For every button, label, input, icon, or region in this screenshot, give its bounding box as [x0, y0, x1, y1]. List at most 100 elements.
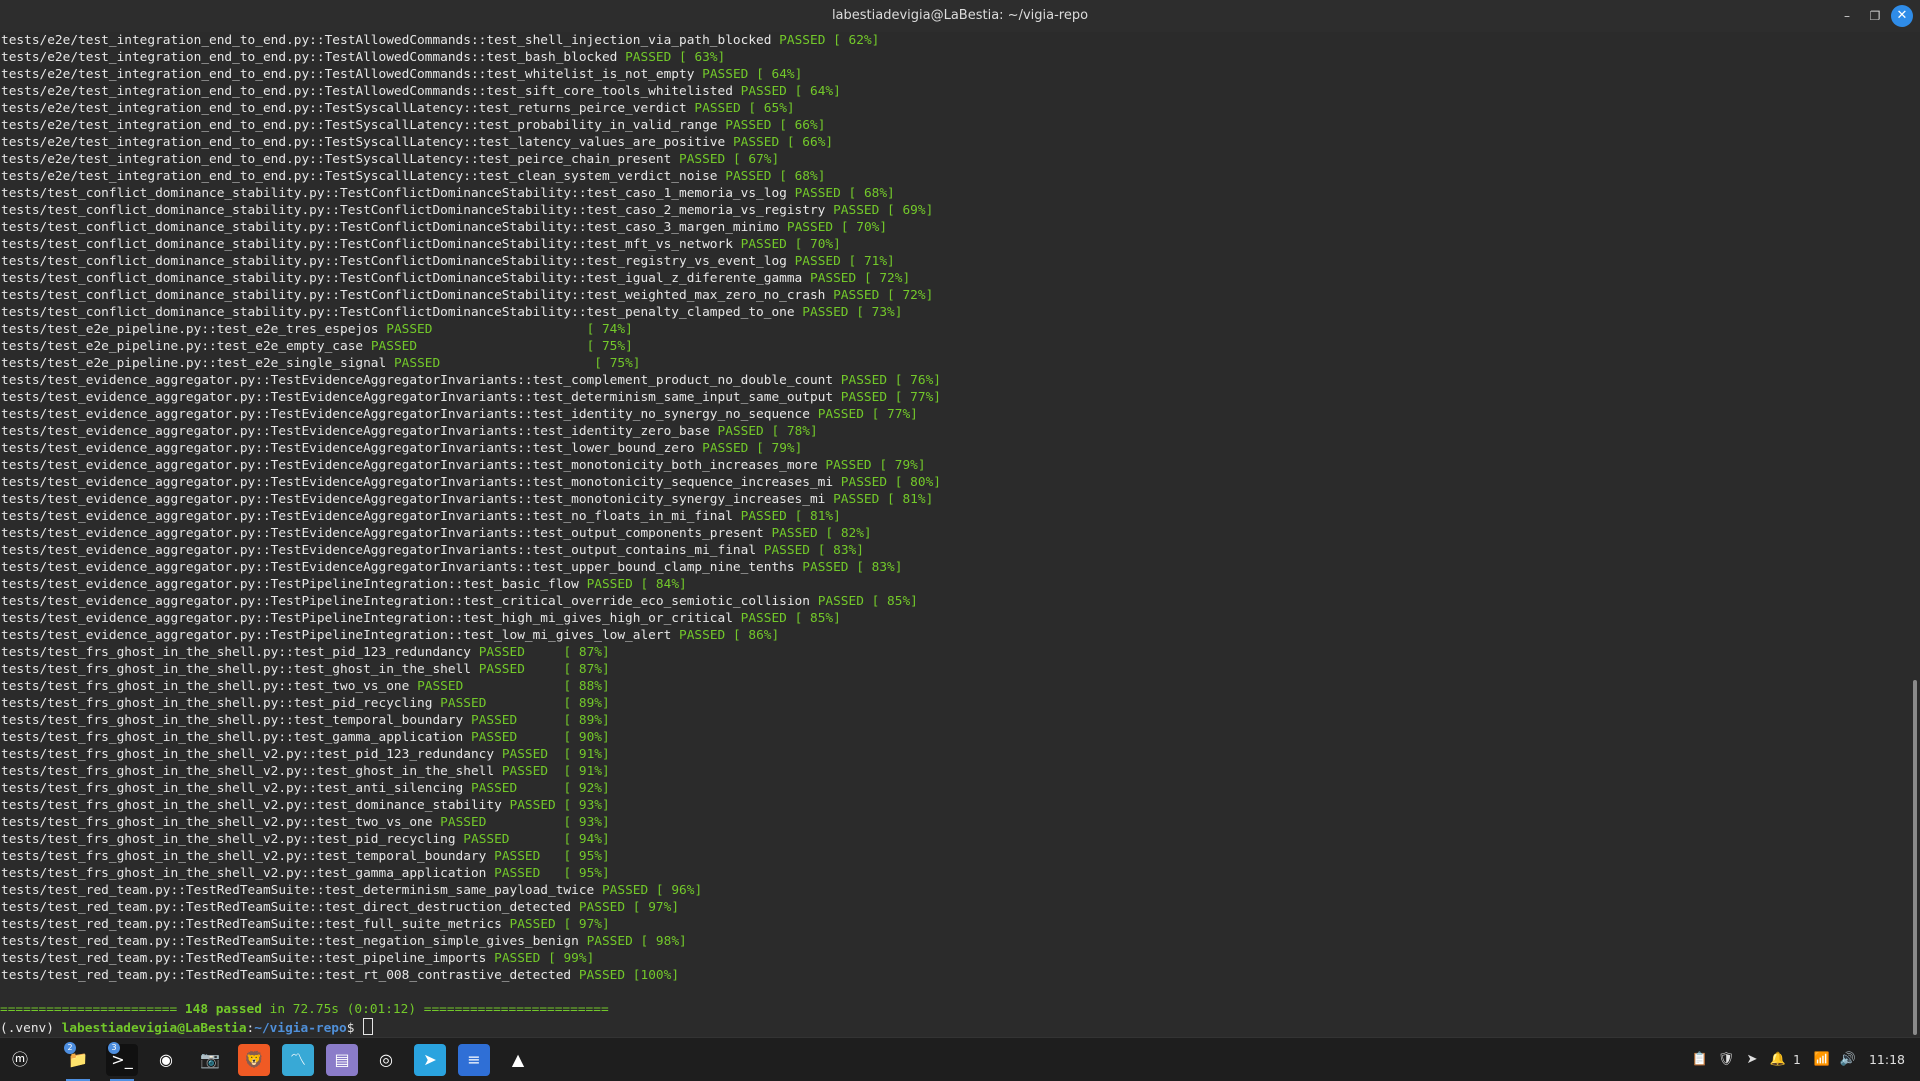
test-path: tests/test_frs_ghost_in_the_shell_v2.py:…: [1, 849, 487, 864]
close-button[interactable]: ✕: [1891, 5, 1913, 27]
test-path: tests/test_conflict_dominance_stability.…: [1, 288, 826, 303]
test-gap: [525, 645, 564, 660]
test-gap: [833, 220, 841, 235]
test-path: tests/test_evidence_aggregator.py::TestE…: [1, 407, 810, 422]
test-gap: [633, 934, 641, 949]
brave-icon[interactable]: 🦁: [238, 1044, 270, 1076]
prompt-line[interactable]: (.venv) labestiadevigia@LaBestia:~/vigia…: [0, 1018, 1912, 1036]
terminal-output[interactable]: tests/e2e/test_integration_end_to_end.py…: [0, 32, 1912, 1037]
test-status: PASSED: [494, 951, 541, 966]
files-icon[interactable]: 📁 2: [62, 1042, 94, 1081]
test-gap: [725, 152, 733, 167]
test-path: tests/test_evidence_aggregator.py::TestE…: [1, 492, 826, 507]
test-path: tests/test_conflict_dominance_stability.…: [1, 237, 733, 252]
test-gap: [725, 628, 733, 643]
test-result-line: tests/test_frs_ghost_in_the_shell.py::te…: [1, 678, 1912, 695]
test-progress: [ 79%]: [879, 458, 926, 473]
test-gap: [648, 883, 656, 898]
test-gap: [887, 390, 895, 405]
test-progress: [ 83%]: [817, 543, 864, 558]
test-progress: [ 91%]: [563, 747, 610, 762]
terminal-cursor[interactable]: [363, 1018, 374, 1035]
brave-glyph: 🦁: [244, 1050, 264, 1069]
clipboard-icon[interactable]: 📋: [1688, 1050, 1712, 1070]
shield-icon[interactable]: 🛡: [1714, 1050, 1738, 1070]
wifi-icon[interactable]: 📶: [1810, 1050, 1834, 1070]
test-progress: [100%]: [632, 968, 680, 983]
test-gap: [779, 135, 787, 150]
test-result-line: tests/test_frs_ghost_in_the_shell_v2.py:…: [1, 848, 1912, 865]
test-status: PASSED: [817, 407, 864, 422]
test-result-line: tests/test_evidence_aggregator.py::TestE…: [1, 559, 1912, 576]
test-progress: [ 97%]: [632, 900, 680, 915]
test-result-line: tests/test_evidence_aggregator.py::TestE…: [1, 491, 1912, 508]
test-result-line: tests/e2e/test_integration_end_to_end.py…: [1, 49, 1912, 66]
arch-icon[interactable]: ▲: [502, 1044, 534, 1076]
test-gap: [879, 288, 887, 303]
notes-icon[interactable]: ▤: [326, 1044, 358, 1076]
test-path: tests/test_conflict_dominance_stability.…: [1, 220, 780, 235]
test-path: tests/test_frs_ghost_in_the_shell_v2.py:…: [1, 781, 464, 796]
telegram-tray-icon[interactable]: ➤: [1740, 1050, 1764, 1070]
text-editor-icon[interactable]: ≡: [458, 1044, 490, 1076]
chrome-icon[interactable]: ◉: [150, 1044, 182, 1076]
test-result-line: tests/test_evidence_aggregator.py::TestP…: [1, 576, 1912, 593]
test-status: PASSED: [417, 679, 464, 694]
prompt-venv: (.venv): [0, 1021, 62, 1036]
test-result-line: tests/test_e2e_pipeline.py::test_e2e_emp…: [1, 338, 1912, 355]
test-path: tests/e2e/test_integration_end_to_end.py…: [1, 118, 718, 133]
test-path: tests/test_conflict_dominance_stability.…: [1, 254, 787, 269]
test-result-line: tests/test_conflict_dominance_stability.…: [1, 185, 1912, 202]
test-progress: [ 87%]: [563, 645, 610, 660]
test-gap: [787, 84, 795, 99]
scrollbar-thumb[interactable]: [1913, 680, 1917, 1035]
menu-icon[interactable]: ⓜ: [4, 1044, 36, 1076]
maximize-button[interactable]: ❐: [1864, 5, 1886, 27]
test-path: tests/test_frs_ghost_in_the_shell.py::te…: [1, 713, 464, 728]
test-gap: [810, 543, 818, 558]
test-path: tests/test_conflict_dominance_stability.…: [1, 203, 826, 218]
test-status: PASSED: [840, 475, 888, 490]
volume-icon[interactable]: 🔊: [1836, 1050, 1860, 1070]
menu-glyph: ⓜ: [11, 1050, 28, 1069]
test-status: PASSED: [802, 305, 849, 320]
notification-icon[interactable]: 🔔: [1766, 1050, 1790, 1070]
telegram-glyph: ➤: [423, 1050, 437, 1069]
test-status: PASSED: [802, 560, 849, 575]
test-status: PASSED: [779, 33, 826, 48]
test-path: tests/e2e/test_integration_end_to_end.py…: [1, 67, 695, 82]
test-gap: [625, 900, 633, 915]
test-result-line: tests/test_evidence_aggregator.py::TestE…: [1, 542, 1912, 559]
test-path: tests/test_evidence_aggregator.py::TestE…: [1, 373, 834, 388]
test-gap: [517, 713, 563, 728]
test-path: tests/test_conflict_dominance_stability.…: [1, 186, 787, 201]
test-path: tests/test_red_team.py::TestRedTeamSuite…: [1, 951, 487, 966]
test-status: PASSED: [817, 594, 864, 609]
test-path: tests/test_evidence_aggregator.py::TestE…: [1, 509, 733, 524]
clock[interactable]: 11:18: [1862, 1050, 1912, 1070]
camera-icon[interactable]: 📷: [194, 1044, 226, 1076]
test-result-line: tests/test_frs_ghost_in_the_shell_v2.py:…: [1, 814, 1912, 831]
test-progress: [ 82%]: [825, 526, 872, 541]
test-result-line: tests/test_frs_ghost_in_the_shell.py::te…: [1, 695, 1912, 712]
test-progress: [ 84%]: [640, 577, 687, 592]
terminal-icon[interactable]: >_ 3: [106, 1042, 138, 1081]
monitor-icon[interactable]: 〽: [282, 1044, 314, 1076]
test-path: tests/test_conflict_dominance_stability.…: [1, 305, 795, 320]
test-path: tests/e2e/test_integration_end_to_end.py…: [1, 135, 726, 150]
test-path: tests/test_evidence_aggregator.py::TestP…: [1, 577, 579, 592]
test-status: PASSED: [578, 900, 626, 915]
test-status: PASSED: [809, 271, 857, 286]
test-progress: [ 70%]: [840, 220, 888, 235]
test-status: PASSED: [833, 492, 880, 507]
telegram-icon[interactable]: ➤: [414, 1044, 446, 1076]
test-status: PASSED: [501, 764, 549, 779]
minimize-button[interactable]: –: [1836, 5, 1858, 27]
test-path: tests/test_evidence_aggregator.py::TestE…: [1, 526, 764, 541]
window-titlebar[interactable]: labestiadevigia@LaBestia: ~/vigia-repo –…: [0, 0, 1920, 33]
test-gap: [440, 356, 594, 371]
test-progress: [ 73%]: [856, 305, 903, 320]
github-icon[interactable]: ◎: [370, 1044, 402, 1076]
test-status: PASSED: [833, 203, 880, 218]
test-status: PASSED: [494, 866, 541, 881]
